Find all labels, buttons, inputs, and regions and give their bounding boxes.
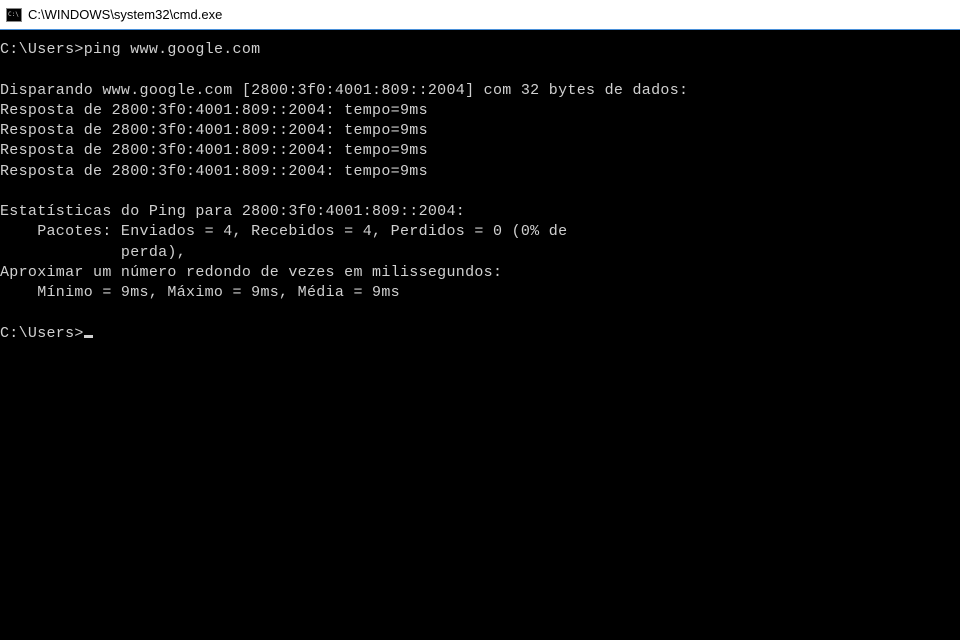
output-line: Estatísticas do Ping para 2800:3f0:4001:…: [0, 203, 465, 220]
prompt: C:\Users>: [0, 41, 84, 58]
output-line: perda),: [0, 244, 186, 261]
output-line: Resposta de 2800:3f0:4001:809::2004: tem…: [0, 163, 428, 180]
window-titlebar[interactable]: C:\WINDOWS\system32\cmd.exe: [0, 0, 960, 30]
prompt: C:\Users>: [0, 325, 84, 342]
output-line: Resposta de 2800:3f0:4001:809::2004: tem…: [0, 102, 428, 119]
output-line: Resposta de 2800:3f0:4001:809::2004: tem…: [0, 122, 428, 139]
cursor: [84, 335, 93, 338]
prompt-line: C:\Users>: [0, 325, 93, 342]
typed-command: ping www.google.com: [84, 41, 261, 58]
output-line: Resposta de 2800:3f0:4001:809::2004: tem…: [0, 142, 428, 159]
output-line: Aproximar um número redondo de vezes em …: [0, 264, 502, 281]
output-line: Mínimo = 9ms, Máximo = 9ms, Média = 9ms: [0, 284, 400, 301]
cmd-icon: [6, 8, 22, 22]
output-line: Pacotes: Enviados = 4, Recebidos = 4, Pe…: [0, 223, 567, 240]
terminal-output[interactable]: C:\Users>ping www.google.com Disparando …: [0, 30, 960, 640]
output-line: Disparando www.google.com [2800:3f0:4001…: [0, 82, 688, 99]
prompt-line: C:\Users>ping www.google.com: [0, 41, 260, 58]
window-title: C:\WINDOWS\system32\cmd.exe: [28, 7, 222, 22]
